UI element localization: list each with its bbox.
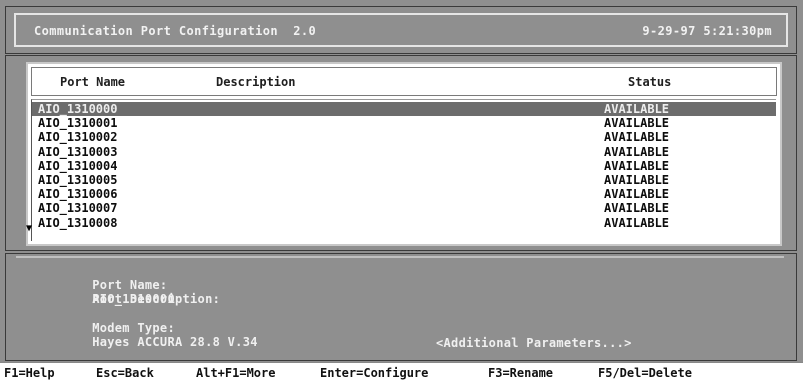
additional-parameters-button[interactable]: <Additional Parameters...> xyxy=(436,336,632,350)
port-list-row[interactable]: AIO_1310006 AVAILABLE xyxy=(32,187,776,201)
dos-screen: Communication Port Configuration 2.0 9-2… xyxy=(0,0,803,384)
function-key-f3[interactable]: F3=Rename xyxy=(488,366,553,380)
list-header: Port Name Description Status xyxy=(31,67,777,96)
port-name-cell: AIO_1310004 xyxy=(38,158,118,173)
port-list-row[interactable]: AIO_1310008 AVAILABLE xyxy=(32,216,776,230)
function-key-bar: F1=Help Esc=Back Alt+F1=More Enter=Configur… xyxy=(0,362,803,384)
modem-type-label: Modem Type: xyxy=(92,321,175,335)
port-list-row[interactable]: AIO_1310003 AVAILABLE xyxy=(32,145,776,159)
function-key-f5-del[interactable]: F5/Del=Delete xyxy=(598,366,692,380)
port-list-row[interactable]: AIO_1310000 AVAILABLE xyxy=(32,102,776,116)
column-header-status: Status xyxy=(628,75,672,89)
app-title: Communication Port Configuration 2.0 xyxy=(34,24,317,38)
title-bar: Communication Port Configuration 2.0 9-2… xyxy=(5,6,797,54)
port-list-body: ▼ AIO_1310000 AVAILABLE AIO_1310001 AVAILAB… xyxy=(26,99,776,241)
modem-type-value[interactable]: Hayes ACCURA 28.8 V.34 xyxy=(92,335,258,349)
status-cell: AVAILABLE xyxy=(604,144,670,159)
port-list: Port Name Description Status ▼ AIO_13100… xyxy=(26,62,782,246)
column-header-port-name: Port Name xyxy=(60,75,126,89)
port-name-cell: AIO_1310006 xyxy=(38,187,118,202)
port-name-cell: AIO_1310002 xyxy=(38,130,118,145)
function-key-esc[interactable]: Esc=Back xyxy=(96,366,154,380)
status-cell: AVAILABLE xyxy=(604,158,670,173)
port-name-cell: AIO_1310003 xyxy=(38,144,118,159)
function-key-enter[interactable]: Enter=Configure xyxy=(320,366,428,380)
modem-type-line: Modem Type: Hayes ACCURA 28.8 V.34 xyxy=(32,307,258,363)
port-list-row[interactable]: AIO_1310005 AVAILABLE xyxy=(32,173,776,187)
port-name-cell: AIO_1310001 xyxy=(38,116,118,131)
port-description-label: Port Description: xyxy=(92,292,221,306)
port-list-row[interactable]: AIO_1310001 AVAILABLE xyxy=(32,116,776,130)
status-cell: AVAILABLE xyxy=(604,130,670,145)
status-cell: AVAILABLE xyxy=(604,201,670,216)
port-name-cell: AIO_1310007 xyxy=(38,201,118,216)
port-list-row[interactable]: AIO_1310002 AVAILABLE xyxy=(32,130,776,144)
title-frame: Communication Port Configuration 2.0 9-2… xyxy=(14,13,788,47)
port-list-row[interactable]: AIO_1310004 AVAILABLE xyxy=(32,159,776,173)
function-key-f1[interactable]: F1=Help xyxy=(4,366,55,380)
detail-frame: Port Name: AIO_1310000 Port Description:… xyxy=(16,256,784,357)
port-name-cell: AIO_1310008 xyxy=(38,215,118,230)
port-name-cell: AIO_1310000 xyxy=(38,102,118,116)
status-cell: AVAILABLE xyxy=(604,173,670,187)
port-list-row[interactable]: AIO_1310007 AVAILABLE xyxy=(32,201,776,215)
port-detail-panel: Port Name: AIO_1310000 Port Description:… xyxy=(5,253,797,361)
status-cell: AVAILABLE xyxy=(604,215,670,230)
port-name-cell: AIO_1310005 xyxy=(38,173,118,187)
column-header-description: Description xyxy=(216,75,296,89)
function-key-alt-f1[interactable]: Alt+F1=More xyxy=(196,366,275,380)
datetime-display: 9-29-97 5:21:30pm xyxy=(642,24,772,38)
status-cell: AVAILABLE xyxy=(604,116,670,131)
port-list-panel: Port Name Description Status ▼ AIO_13100… xyxy=(5,55,797,251)
status-cell: AVAILABLE xyxy=(604,102,670,116)
status-cell: AVAILABLE xyxy=(604,187,670,202)
